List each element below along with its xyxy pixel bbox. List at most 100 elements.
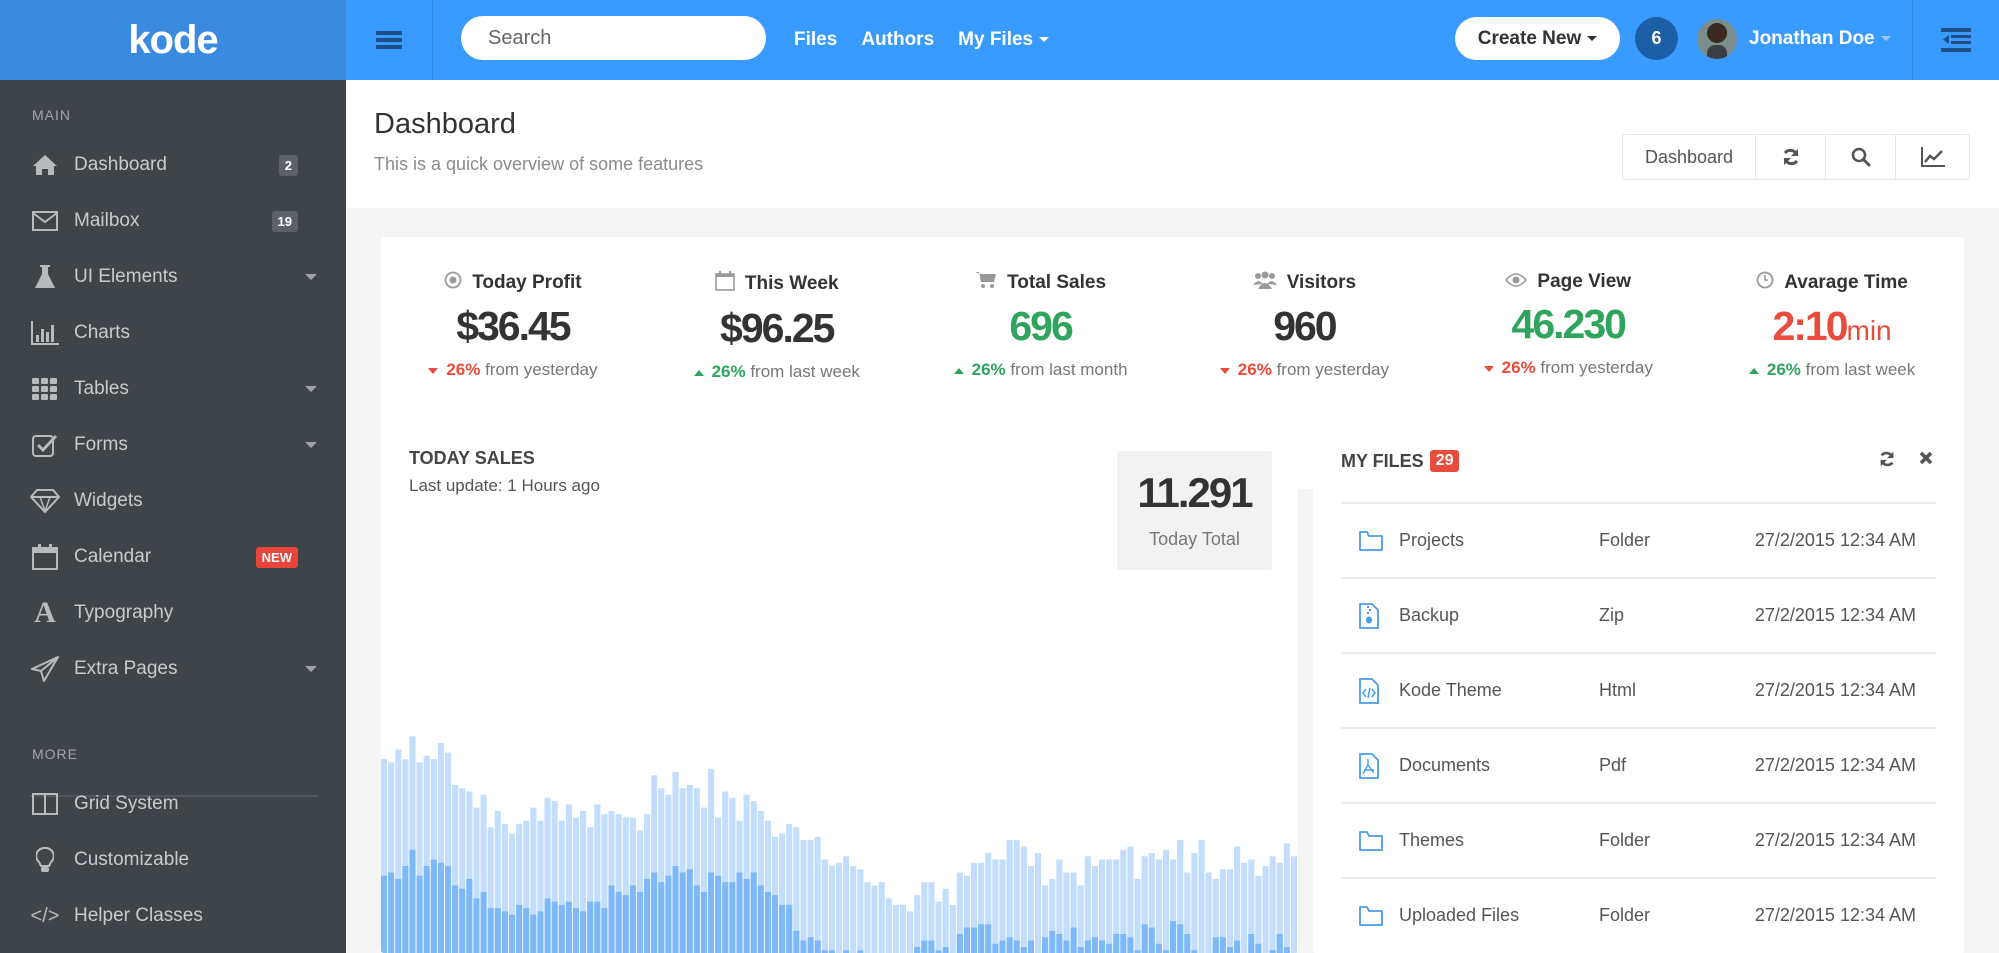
user-menu[interactable]: Jonathan Doe xyxy=(1697,17,1891,60)
refresh-button[interactable] xyxy=(1756,135,1826,179)
bar-medium xyxy=(658,882,665,953)
bar-medium xyxy=(807,937,814,953)
stat-value: 960 xyxy=(1172,303,1436,350)
bar-medium xyxy=(459,888,466,953)
font-icon: A xyxy=(34,596,56,629)
stat-change-text: from yesterday xyxy=(1276,360,1389,379)
nav-link-files[interactable]: Files xyxy=(794,29,837,51)
search-button[interactable] xyxy=(1826,135,1896,179)
bar-medium xyxy=(594,901,601,953)
search-input[interactable] xyxy=(488,26,753,50)
notification-badge[interactable]: 6 xyxy=(1635,17,1678,60)
nav-link-my-files[interactable]: My Files xyxy=(958,29,1050,51)
sidebar-item-customizable[interactable]: Customizable xyxy=(0,835,346,885)
sidebar-item-grid-system[interactable]: Grid System xyxy=(0,779,346,829)
sidebar-item-mailbox[interactable]: Mailbox 19 xyxy=(0,196,346,246)
stat-change-text: from last week xyxy=(1805,360,1916,379)
sidebar-item-dashboard[interactable]: Dashboard 2 xyxy=(0,140,346,190)
stat-change-text: from last month xyxy=(1010,360,1128,379)
file-name[interactable]: Backup xyxy=(1399,605,1599,626)
stat-change-percent: 26% xyxy=(1766,360,1801,379)
bar-medium xyxy=(956,934,963,953)
right-sidebar-toggle-button[interactable] xyxy=(1912,0,1999,80)
bar-medium xyxy=(729,882,736,953)
bar-medium xyxy=(636,891,644,953)
sidebar-item-label: UI Elements xyxy=(74,266,178,287)
mailbox-badge: 19 xyxy=(271,210,298,232)
bar-medium xyxy=(928,940,935,953)
bar-light xyxy=(835,862,843,953)
bar-medium xyxy=(757,885,764,953)
bar-medium xyxy=(992,943,999,953)
file-name[interactable]: Projects xyxy=(1399,530,1599,551)
sidebar-item-widgets[interactable]: Widgets xyxy=(0,476,346,526)
bar-light xyxy=(828,866,835,953)
chevron-down-icon xyxy=(1880,36,1891,41)
main-content: Dashboard This is a quick overview of so… xyxy=(346,80,1999,953)
bar-medium xyxy=(715,875,722,953)
sidebar-item-label: Typography xyxy=(74,602,174,623)
bar-medium xyxy=(1106,943,1113,953)
bar-medium xyxy=(423,866,430,953)
envelope-icon xyxy=(30,211,60,231)
brand-logo[interactable]: kode xyxy=(0,0,346,80)
bar-medium xyxy=(1155,943,1162,953)
today-sales-title: TODAY SALES xyxy=(409,448,535,468)
file-row[interactable]: Themes Folder 27/2/2015 12:34 AM xyxy=(1341,802,1936,877)
bar-medium xyxy=(1184,934,1191,953)
sidebar-item-extra-pages[interactable]: Extra Pages xyxy=(0,644,346,694)
close-icon[interactable] xyxy=(1918,450,1934,466)
bar-medium xyxy=(963,927,971,953)
indent-icon xyxy=(1941,28,1971,52)
create-new-button[interactable]: Create New xyxy=(1455,17,1620,60)
sidebar-item-typography[interactable]: A Typography xyxy=(0,588,346,638)
file-name[interactable]: Themes xyxy=(1399,830,1599,851)
file-name[interactable]: Documents xyxy=(1399,755,1599,776)
bar-medium xyxy=(572,908,580,953)
file-type: Pdf xyxy=(1599,755,1627,775)
file-row[interactable]: Projects Folder 27/2/2015 12:34 AM xyxy=(1341,502,1936,577)
bar-medium xyxy=(999,940,1006,953)
nav-link-authors[interactable]: Authors xyxy=(861,29,934,51)
bar-light xyxy=(1034,853,1042,953)
arrow-down-icon xyxy=(428,367,439,374)
stat-value-number: 696 xyxy=(1009,303,1073,349)
file-row[interactable]: Uploaded Files Folder 27/2/2015 12:34 AM xyxy=(1341,877,1936,952)
sidebar-item-charts[interactable]: Charts xyxy=(0,308,346,358)
file-row[interactable]: Documents Pdf 27/2/2015 12:34 AM xyxy=(1341,727,1936,802)
zip-file-icon xyxy=(1359,602,1385,629)
sidebar-item-forms[interactable]: Forms xyxy=(0,420,346,470)
bar-light xyxy=(992,859,999,953)
bar-light xyxy=(1106,859,1113,953)
stat-value-number: 960 xyxy=(1273,303,1337,349)
sidebar-item-ui-elements[interactable]: UI Elements xyxy=(0,252,346,302)
bar-light xyxy=(1027,866,1034,953)
file-name[interactable]: Uploaded Files xyxy=(1399,905,1599,926)
bar-medium xyxy=(764,891,771,953)
stat-value: 46.230 xyxy=(1436,301,1700,348)
bar-medium xyxy=(672,866,679,953)
stat-change: 26% from yesterday xyxy=(381,360,645,380)
bar-medium xyxy=(1013,940,1020,953)
sidebar-item-calendar[interactable]: Calendar NEW xyxy=(0,532,346,582)
sidebar-item-tables[interactable]: Tables xyxy=(0,364,346,414)
sidebar-item-label: Calendar xyxy=(74,546,152,567)
sidebar-item-label: Tables xyxy=(74,378,129,399)
bar-medium xyxy=(409,849,416,953)
pdf-file-icon xyxy=(1359,752,1385,779)
bar-medium xyxy=(786,904,793,953)
sidebar-toggle-button[interactable] xyxy=(346,0,433,80)
bar-medium xyxy=(558,904,565,953)
file-name[interactable]: Kode Theme xyxy=(1399,680,1599,701)
refresh-icon[interactable] xyxy=(1878,450,1896,468)
file-row[interactable]: Backup Zip 27/2/2015 12:34 AM xyxy=(1341,577,1936,652)
bar-light xyxy=(1162,849,1170,953)
dashboard-button[interactable]: Dashboard xyxy=(1623,135,1756,179)
bar-light xyxy=(850,866,857,953)
sidebar-item-helper-classes[interactable]: </> Helper Classes xyxy=(0,891,346,941)
bar-light xyxy=(1098,859,1106,953)
chart-button[interactable] xyxy=(1896,135,1969,179)
stat-value: $96.25 xyxy=(645,305,909,352)
file-row[interactable]: Kode Theme Html 27/2/2015 12:34 AM xyxy=(1341,652,1936,727)
bar-light xyxy=(878,882,885,953)
